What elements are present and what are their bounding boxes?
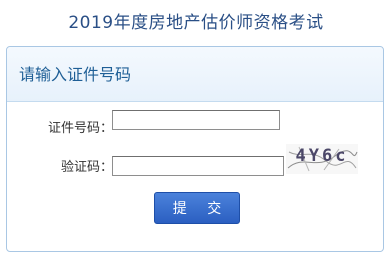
- captcha-text: 4Y6c: [295, 146, 349, 166]
- certificate-number-label: 证件号码：: [47, 121, 113, 136]
- captcha-input[interactable]: [112, 156, 284, 176]
- login-panel: 请输入证件号码 证件号码： 验证码： 4Y6c 提 交: [6, 46, 384, 252]
- submit-button[interactable]: 提 交: [154, 192, 240, 224]
- panel-title: 请输入证件号码: [19, 65, 132, 84]
- panel-header: 请输入证件号码: [7, 47, 383, 102]
- certificate-number-input[interactable]: [112, 110, 280, 130]
- captcha-image[interactable]: 4Y6c: [286, 144, 358, 174]
- page-title: 2019年度房地产估价师资格考试: [68, 13, 324, 33]
- captcha-label: 验证码：: [60, 160, 113, 175]
